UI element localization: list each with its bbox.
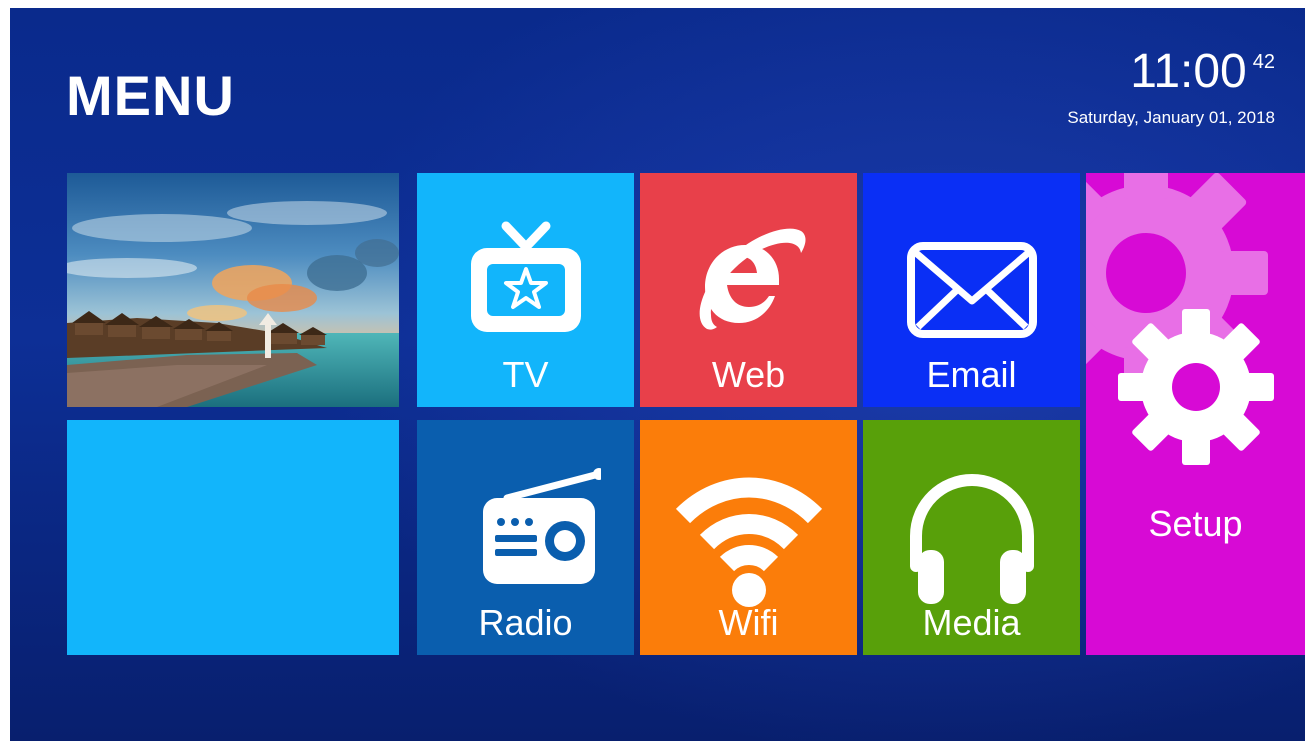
tv-tile[interactable]: TV (417, 173, 634, 407)
radio-tile[interactable]: Radio (417, 420, 634, 655)
wifi-icon (675, 477, 822, 607)
headphones-icon (909, 473, 1034, 604)
media-tile[interactable]: Media (863, 420, 1080, 655)
wifi-tile[interactable]: Wifi (640, 420, 857, 655)
radio-label: Radio (478, 602, 573, 643)
photo-preview-tile[interactable] (67, 173, 399, 407)
tv-label: TV (502, 354, 549, 395)
beach-resort-photo (67, 173, 399, 407)
wifi-label: Wifi (718, 602, 779, 643)
clock-seconds: 42 (1252, 51, 1275, 73)
email-label: Email (926, 354, 1017, 395)
clock-date: Saturday, January 01, 2018 (1067, 108, 1275, 127)
page-title: MENU (66, 64, 235, 127)
blank-tile[interactable] (67, 420, 399, 655)
menu-screen: MENU 11:0042 Saturday, January 01, 2018 (10, 8, 1305, 741)
browser-e-icon (699, 228, 805, 330)
radio-icon (482, 468, 601, 584)
clock-time-row: 11:00 42 (1067, 48, 1275, 96)
envelope-icon (906, 242, 1037, 338)
clock-time: 11:00 (1130, 45, 1247, 98)
setup-label: Setup (1148, 503, 1243, 544)
setup-tile[interactable]: Setup (1086, 173, 1305, 655)
media-label: Media (922, 602, 1021, 643)
web-tile[interactable]: Web (640, 173, 857, 407)
clock: 11:00 42 Saturday, January 01, 2018 (1067, 48, 1275, 128)
web-label: Web (711, 354, 786, 395)
email-tile[interactable]: Email (863, 173, 1080, 407)
gear-icon (1117, 309, 1274, 465)
tv-star-icon (470, 221, 581, 332)
